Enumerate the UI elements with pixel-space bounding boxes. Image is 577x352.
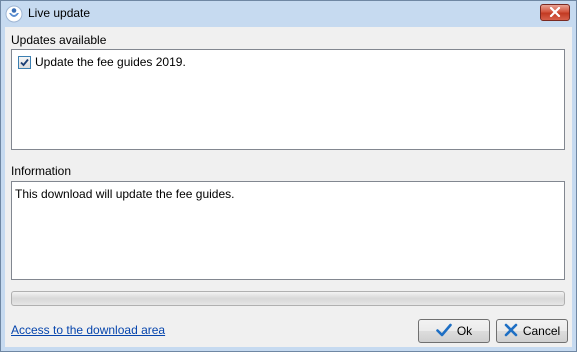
ok-button[interactable]: Ok bbox=[418, 319, 490, 343]
close-icon bbox=[549, 6, 561, 20]
ok-button-label: Ok bbox=[456, 324, 473, 338]
title-bar[interactable]: Live update bbox=[1, 1, 576, 27]
update-checkbox[interactable] bbox=[18, 56, 31, 69]
dialog-content: Updates available Update the fee guides … bbox=[5, 27, 572, 347]
cancel-button[interactable]: Cancel bbox=[496, 319, 568, 343]
live-update-window: Live update Updates available Update the… bbox=[0, 0, 577, 352]
app-person-icon bbox=[5, 5, 23, 23]
information-label: Information bbox=[11, 164, 72, 178]
update-item-label: Update the fee guides 2019. bbox=[35, 55, 186, 69]
information-text: This download will update the fee guides… bbox=[15, 187, 235, 201]
x-icon bbox=[504, 323, 518, 340]
download-progress-bar bbox=[11, 291, 565, 306]
window-title: Live update bbox=[28, 6, 91, 20]
download-area-link[interactable]: Access to the download area bbox=[11, 323, 165, 337]
list-item[interactable]: Update the fee guides 2019. bbox=[12, 50, 564, 72]
checkmark-icon bbox=[436, 323, 452, 340]
updates-list[interactable]: Update the fee guides 2019. bbox=[11, 49, 565, 150]
information-box[interactable]: This download will update the fee guides… bbox=[11, 181, 565, 280]
close-button[interactable] bbox=[540, 4, 570, 21]
updates-available-label: Updates available bbox=[11, 33, 107, 47]
cancel-button-label: Cancel bbox=[522, 324, 561, 338]
